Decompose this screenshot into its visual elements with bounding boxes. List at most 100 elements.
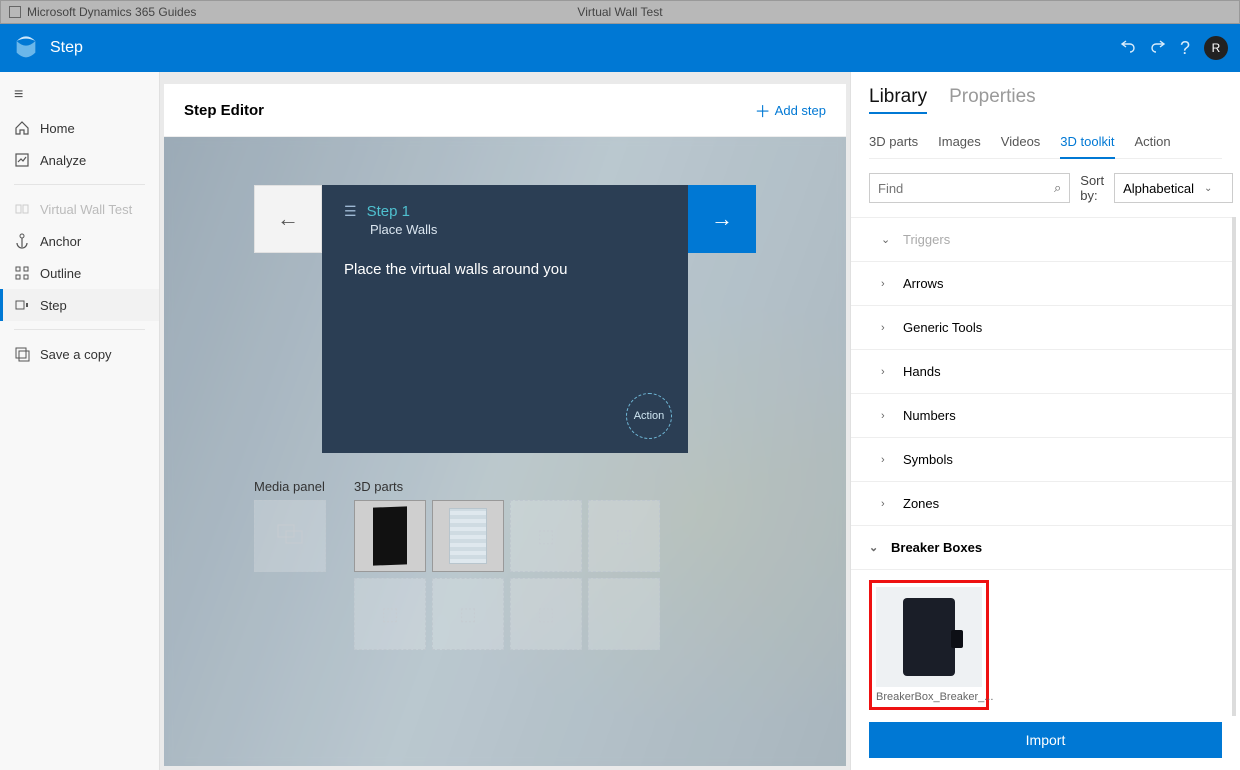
parts-panel-label: 3D parts (354, 479, 660, 494)
find-input-wrapper[interactable]: ⌕ (869, 173, 1070, 203)
asset-name: BreakerBox_Breaker_... (876, 687, 982, 703)
chevron-down-icon: ⌄ (881, 233, 893, 246)
action-chip[interactable]: Action (626, 393, 672, 439)
category-numbers[interactable]: › Numbers (851, 394, 1232, 438)
category-label: Triggers (903, 232, 950, 247)
sidebar-item-analyze[interactable]: Analyze (0, 144, 159, 176)
prev-step-button[interactable]: ← (254, 185, 322, 253)
step-icon (14, 297, 30, 313)
sidebar-item-label: Anchor (40, 234, 81, 249)
chevron-right-icon: › (881, 366, 893, 378)
outline-icon (14, 265, 30, 281)
part-slot-empty[interactable]: ⬚ (588, 578, 660, 650)
part-slot-empty[interactable]: ⬚ (510, 578, 582, 650)
category-label: Breaker Boxes (891, 540, 982, 555)
guide-icon (14, 201, 30, 217)
category-label: Numbers (903, 408, 956, 423)
sort-value: Alphabetical (1123, 181, 1194, 196)
category-zones[interactable]: ›Zones (851, 482, 1232, 526)
redo-icon[interactable] (1150, 38, 1166, 59)
step-instruction[interactable]: Place the virtual walls around you (344, 261, 666, 278)
part-thumb-icon (373, 506, 407, 565)
anchor-icon (14, 233, 30, 249)
sidebar-item-label: Save a copy (40, 347, 112, 362)
part-slot-1[interactable] (354, 500, 426, 572)
media-panel-label: Media panel (254, 479, 326, 494)
subtab-images[interactable]: Images (938, 134, 981, 158)
editor-canvas: ← ☰ Step 1 Place Walls Place the virtual… (164, 137, 846, 766)
add-step-label: Add step (775, 103, 826, 118)
sidebar-item-guide[interactable]: Virtual Wall Test (0, 193, 159, 225)
hamburger-icon[interactable]: ≡ (0, 78, 159, 112)
sort-select[interactable]: Alphabetical ⌄ (1114, 173, 1233, 203)
add-step-button[interactable]: ＋ Add step (755, 98, 826, 122)
breaker-icon (903, 598, 955, 676)
subtab-action[interactable]: Action (1135, 134, 1171, 158)
sidebar-item-anchor[interactable]: Anchor (0, 225, 159, 257)
category-breaker-boxes[interactable]: ⌄Breaker Boxes (851, 526, 1232, 570)
sidebar-item-label: Outline (40, 266, 81, 281)
chevron-right-icon: › (881, 410, 893, 422)
cube-placeholder-icon: ⬚ (537, 604, 554, 625)
chevron-right-icon: › (881, 498, 893, 510)
page-title: Step (50, 39, 83, 57)
subtab-3d-parts[interactable]: 3D parts (869, 134, 918, 158)
category-triggers[interactable]: ⌄ Triggers (851, 217, 1232, 262)
sidebar-item-label: Home (40, 121, 75, 136)
part-slot-empty[interactable]: ⬚ (354, 578, 426, 650)
help-icon[interactable]: ? (1180, 38, 1190, 59)
action-chip-label: Action (634, 410, 665, 422)
part-slot-empty[interactable]: ⬚ (510, 500, 582, 572)
sidebar-item-home[interactable]: Home (0, 112, 159, 144)
save-copy-icon (14, 346, 30, 362)
sidebar-item-label: Analyze (40, 153, 86, 168)
next-step-button[interactable]: → (688, 185, 756, 253)
chevron-right-icon: › (881, 322, 893, 334)
arrow-right-icon: → (711, 206, 733, 232)
window-titlebar: Microsoft Dynamics 365 Guides Virtual Wa… (0, 0, 1240, 24)
category-hands[interactable]: › Hands (851, 350, 1232, 394)
cube-placeholder-icon: ⬚ (615, 526, 632, 547)
undo-icon[interactable] (1120, 38, 1136, 59)
step-card: ☰ Step 1 Place Walls Place the virtual w… (322, 185, 688, 453)
category-label: Generic Tools (903, 320, 982, 335)
category-arrows[interactable]: ›Arrows (851, 262, 1232, 306)
guides-logo-icon (12, 34, 40, 62)
asset-breaker-box[interactable]: BreakerBox_Breaker_... (869, 580, 989, 710)
app-icon (9, 6, 21, 18)
user-avatar[interactable]: R (1204, 36, 1228, 60)
sidebar-item-outline[interactable]: Outline (0, 257, 159, 289)
search-icon: ⌕ (1054, 180, 1061, 196)
asset-thumbnail (876, 587, 982, 687)
media-slot[interactable] (254, 500, 326, 572)
category-label: Hands (903, 364, 941, 379)
left-sidebar: ≡ Home Analyze Virtual Wall Test Anchor … (0, 72, 160, 770)
find-input[interactable] (878, 181, 1054, 196)
category-symbols[interactable]: ›Symbols (851, 438, 1232, 482)
right-panel: Library Properties 3D parts Images Video… (850, 72, 1240, 770)
app-name: Microsoft Dynamics 365 Guides (27, 5, 196, 19)
media-panel: Media panel (254, 479, 326, 650)
part-thumb-icon (449, 508, 487, 564)
part-slot-empty[interactable]: ⬚ (432, 578, 504, 650)
sidebar-item-step[interactable]: Step (0, 289, 159, 321)
arrow-left-icon: ← (277, 206, 299, 232)
home-icon (14, 120, 30, 136)
part-slot-empty[interactable]: ⬚ (588, 500, 660, 572)
step-editor-title: Step Editor (184, 102, 264, 119)
tab-library[interactable]: Library (869, 86, 927, 114)
sidebar-item-save-copy[interactable]: Save a copy (0, 338, 159, 370)
cube-placeholder-icon: ⬚ (615, 604, 632, 625)
chevron-down-icon: ⌄ (1204, 183, 1212, 194)
cube-placeholder-icon: ⬚ (537, 526, 554, 547)
tab-properties[interactable]: Properties (949, 86, 1036, 114)
outline-glyph-icon: ☰ (344, 203, 357, 220)
subtab-videos[interactable]: Videos (1001, 134, 1041, 158)
import-button[interactable]: Import (869, 722, 1222, 758)
subtab-3d-toolkit[interactable]: 3D toolkit (1060, 134, 1114, 159)
part-slot-2[interactable] (432, 500, 504, 572)
category-generic-tools[interactable]: › Generic Tools (851, 306, 1232, 350)
import-label: Import (1026, 732, 1066, 748)
chevron-right-icon: › (881, 454, 893, 466)
sidebar-item-label: Virtual Wall Test (40, 202, 132, 217)
